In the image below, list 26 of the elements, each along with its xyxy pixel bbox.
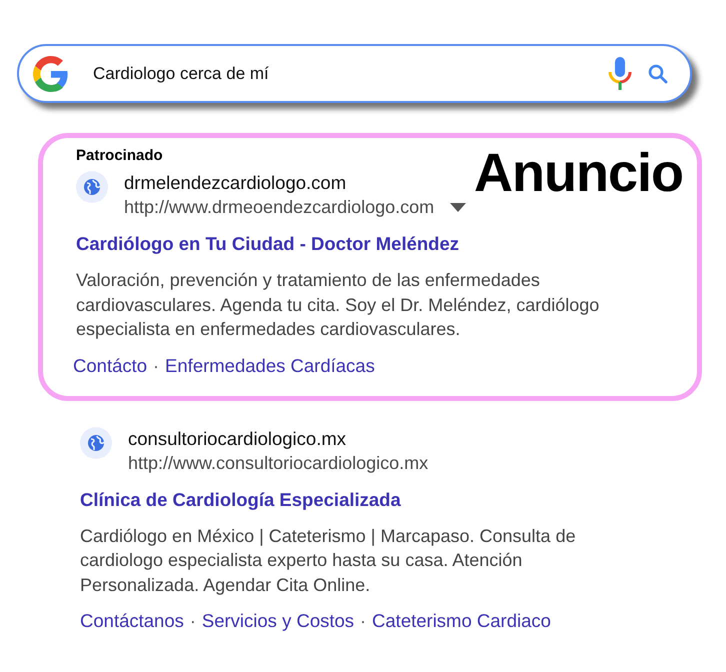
result-title-link[interactable]: Clínica de Cardiología Especializada xyxy=(80,486,401,514)
caret-icon[interactable] xyxy=(450,203,466,212)
microphone-icon[interactable] xyxy=(608,56,632,90)
google-logo-icon xyxy=(33,56,69,92)
sitelink[interactable]: Cateterismo Cardiaco xyxy=(372,610,551,632)
globe-icon xyxy=(76,171,108,203)
site-url: http://www.consultoriocardiologico.mx xyxy=(128,452,428,475)
annotation-label: Anuncio xyxy=(474,144,683,204)
separator-dot: · xyxy=(153,356,160,376)
globe-icon xyxy=(80,426,112,459)
search-bar[interactable]: Cardiologo cerca de mí xyxy=(17,44,692,103)
result-description: Valoración, prevención y tratamiento de las enfermedades cardiovasculares. Agenda tu cita. Soy el Dr. Meléndez, cardiólogo especialista en enfermedades cardiovasculares. xyxy=(76,269,600,342)
site-domain: consultoriocardiologico.mx xyxy=(128,426,347,451)
sponsored-label: Patrocinado xyxy=(76,148,164,163)
sitelink[interactable]: Servicios y Costos xyxy=(202,610,354,632)
site-url: http://www.drmeoendezcardiologo.com xyxy=(124,196,434,220)
sitelink[interactable]: Contáctanos xyxy=(80,610,184,632)
result-title-link[interactable]: Cardiólogo en Tu Ciudad - Doctor Meléndez xyxy=(76,230,460,258)
result-description: Cardiólogo en México | Cateterismo | Marcapaso. Consulta de cardiologo especialista experto hasta su casa. Atención Personalizada. Agendar Cita Online. xyxy=(80,524,577,597)
search-field[interactable]: Cardiologo cerca de mí xyxy=(93,60,608,86)
separator-dot: · xyxy=(190,611,196,632)
search-icon[interactable] xyxy=(648,64,668,84)
sitelink[interactable]: Contácto xyxy=(73,354,148,376)
separator-dot: · xyxy=(360,611,366,632)
sitelink[interactable]: Enfermedades Cardíacas xyxy=(165,354,375,376)
site-domain: drmelendezcardiologo.com xyxy=(124,171,348,195)
